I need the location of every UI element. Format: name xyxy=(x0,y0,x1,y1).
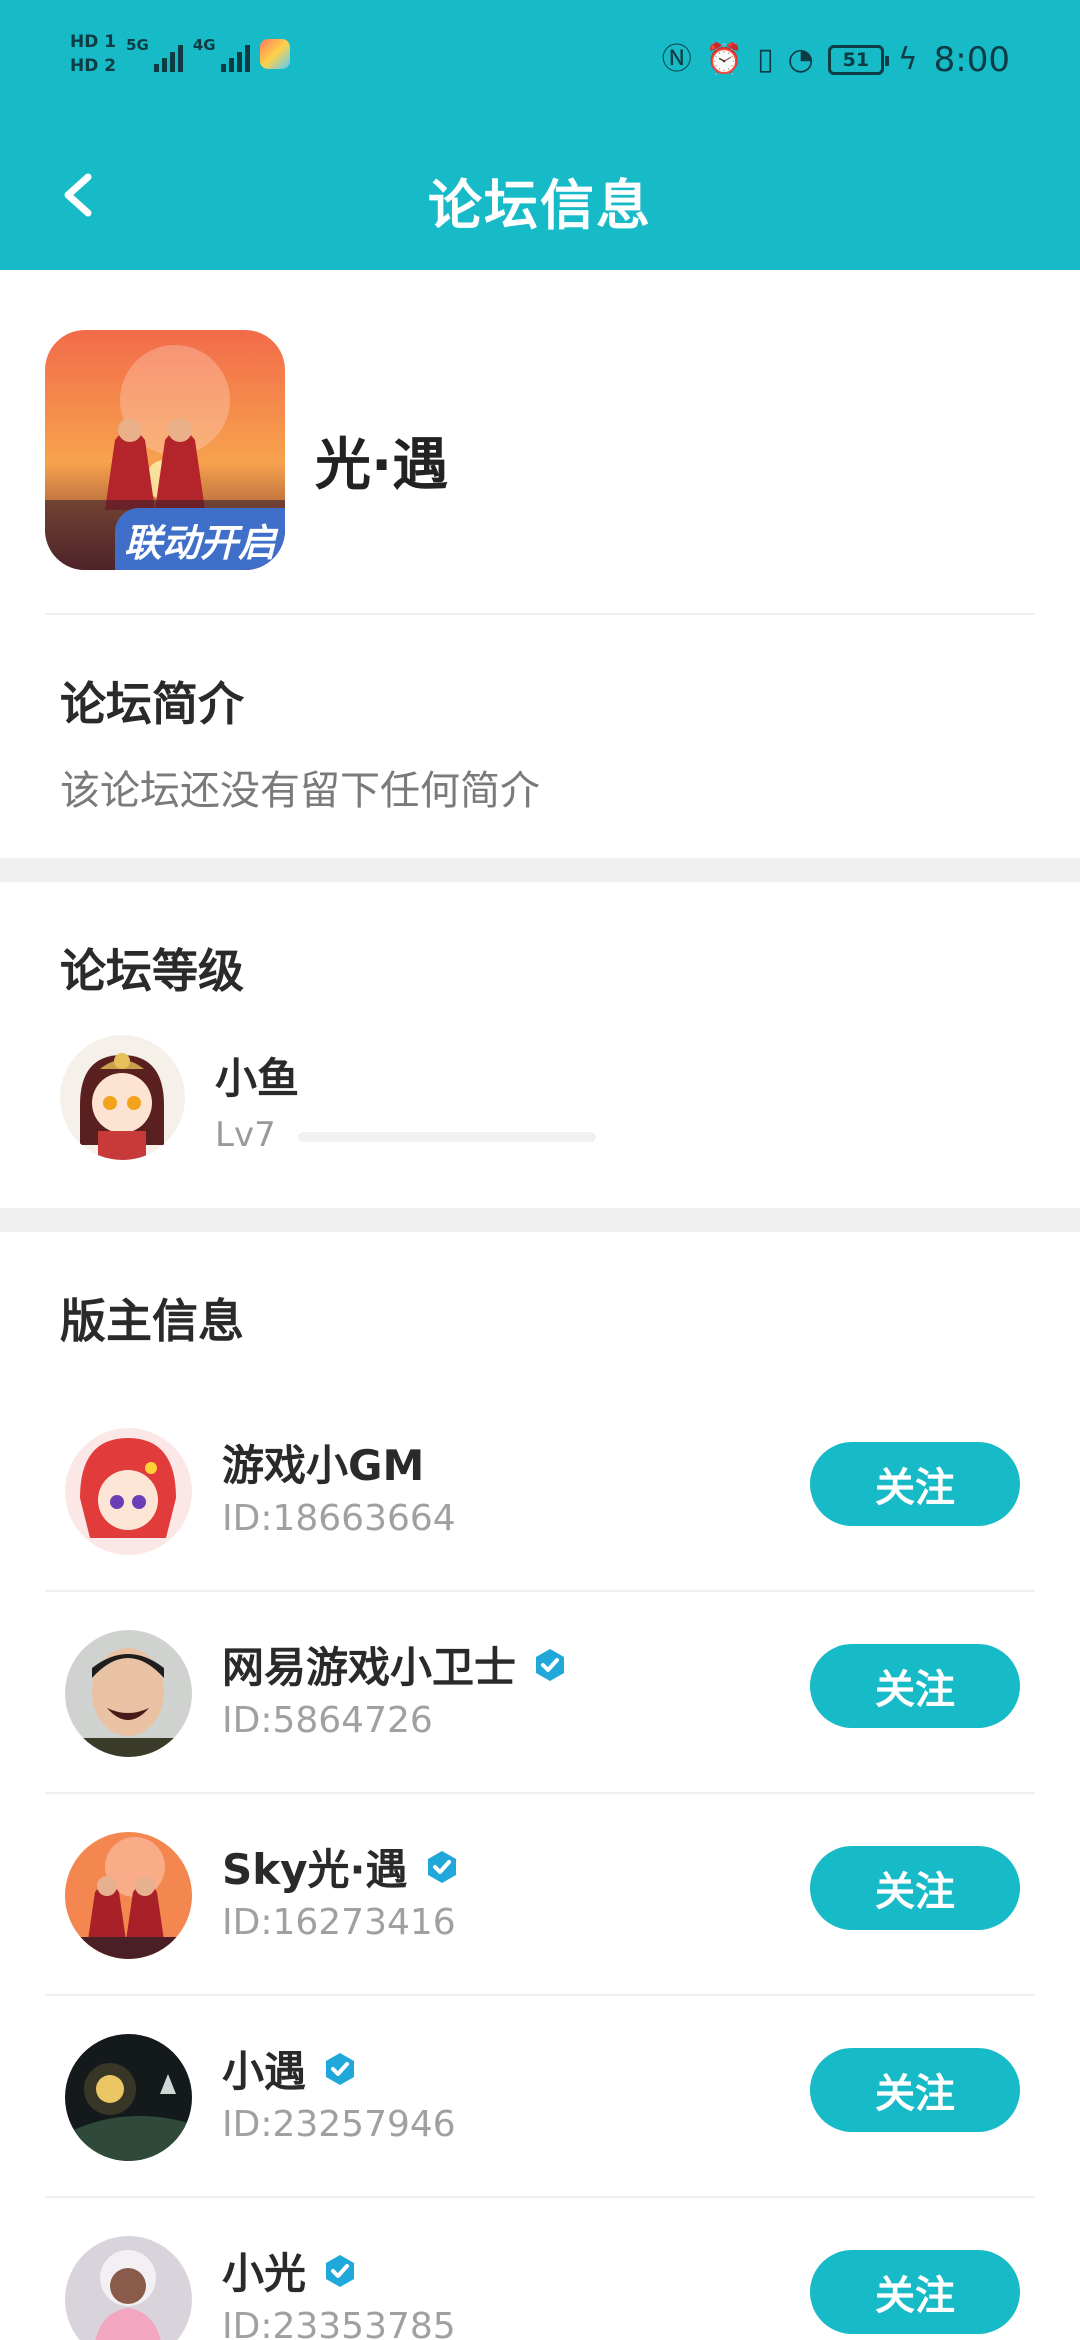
sim2-label: HD 2 xyxy=(70,56,117,76)
moderator-name-line: 游戏小GM xyxy=(222,1432,424,1493)
moderator-name: 游戏小GM xyxy=(222,1441,425,1490)
signal-icon: 5G xyxy=(126,36,183,72)
alarm-icon: ⏰ xyxy=(705,42,744,77)
level-title: 论坛等级 xyxy=(60,944,244,998)
sim-indicators: HD 1 HD 2 xyxy=(70,32,116,76)
forum-name: 光·遇 xyxy=(315,433,449,498)
nfc-icon: Ⓝ xyxy=(661,42,692,77)
forum-icon-badge: 联动开启 xyxy=(115,508,285,570)
sim1-label: HD 1 xyxy=(70,32,117,52)
forum-header: 联动开启 光·遇 xyxy=(0,270,1080,615)
verified-icon xyxy=(427,1850,456,1883)
speed-icon: ◔ xyxy=(787,42,814,77)
list-item[interactable]: 网易游戏小卫士 ID:5864726 关注 xyxy=(0,1592,1080,1794)
page-title: 论坛信息 xyxy=(428,174,652,237)
verified-icon xyxy=(326,2052,355,2085)
moderator-id: ID:16273416 xyxy=(222,1902,456,1943)
moderator-name: 网易游戏小卫士 xyxy=(222,1643,517,1692)
moderator-id: ID:23257946 xyxy=(222,2104,456,2145)
moderator-id: ID:23353785 xyxy=(222,2306,456,2340)
moderator-name-line: 小遇 xyxy=(222,2038,358,2099)
section-gap xyxy=(0,1208,1080,1232)
avatar-image xyxy=(65,2034,192,2161)
avatar[interactable] xyxy=(65,1832,192,1959)
charging-icon: ϟ xyxy=(897,42,918,77)
moderator-name: 小遇 xyxy=(222,2047,307,2096)
divider xyxy=(45,613,1035,615)
nav-bar: 论坛信息 xyxy=(0,125,1080,270)
network-type-2: 4G xyxy=(192,36,216,54)
network-type-1: 5G xyxy=(126,36,149,54)
avatar-image xyxy=(65,1428,192,1555)
level-name: 小鱼 xyxy=(215,1054,300,1103)
verified-icon xyxy=(326,2254,355,2287)
forum-icon[interactable]: 联动开启 xyxy=(45,330,285,570)
list-item[interactable]: Sky光·遇 ID:16273416 关注 xyxy=(0,1794,1080,1996)
avatar-image xyxy=(65,1630,192,1757)
moderator-name-line: Sky光·遇 xyxy=(222,1836,460,1897)
moderators-title: 版主信息 xyxy=(60,1294,244,1348)
list-item[interactable]: 小遇 ID:23257946 关注 xyxy=(0,1996,1080,2198)
follow-button[interactable]: 关注 xyxy=(810,1644,1020,1728)
level-progress-bar xyxy=(298,1132,596,1142)
level-value: Lv7 xyxy=(215,1115,276,1155)
follow-button[interactable]: 关注 xyxy=(810,2048,1020,2132)
clock: 8:00 xyxy=(933,40,1010,80)
list-item[interactable]: 小光 ID:23353785 关注 xyxy=(0,2198,1080,2340)
status-right: Ⓝ ⏰ ▯ ◔ 51 ϟ 8:00 xyxy=(662,40,1010,80)
status-left: HD 1 HD 2 5G 4G xyxy=(70,32,290,76)
follow-button[interactable]: 关注 xyxy=(810,2250,1020,2334)
intro-text: 该论坛还没有留下任何简介 xyxy=(60,768,540,814)
app-notification-icon xyxy=(259,39,290,69)
moderator-id: ID:5864726 xyxy=(222,1700,433,1741)
intro-title: 论坛简介 xyxy=(60,677,244,731)
level-avatar xyxy=(60,1035,185,1160)
avatar-image xyxy=(65,1832,192,1959)
verified-icon xyxy=(536,1648,565,1681)
list-item[interactable]: 游戏小GM ID:18663664 关注 xyxy=(0,1390,1080,1592)
avatar[interactable] xyxy=(65,1428,192,1555)
status-bar: HD 1 HD 2 5G 4G Ⓝ ⏰ ▯ ◔ 51 ϟ 8:00 xyxy=(0,0,1080,125)
section-gap xyxy=(0,858,1080,882)
moderator-name: 小光 xyxy=(222,2249,307,2298)
moderator-id: ID:18663664 xyxy=(222,1498,456,1539)
battery-icon: 51 xyxy=(827,45,889,75)
vibrate-icon: ▯ xyxy=(757,42,774,77)
avatar-image xyxy=(65,2236,192,2340)
signal-icon: 4G xyxy=(193,36,250,72)
follow-button[interactable]: 关注 xyxy=(810,1442,1020,1526)
moderator-name: Sky光·遇 xyxy=(222,1845,408,1894)
follow-button[interactable]: 关注 xyxy=(810,1846,1020,1930)
avatar[interactable] xyxy=(65,2034,192,2161)
moderator-name-line: 网易游戏小卫士 xyxy=(222,1634,568,1695)
avatar[interactable] xyxy=(65,1630,192,1757)
level-mascot-image xyxy=(60,1035,185,1160)
moderator-name-line: 小光 xyxy=(222,2240,358,2301)
avatar[interactable] xyxy=(65,2236,192,2340)
